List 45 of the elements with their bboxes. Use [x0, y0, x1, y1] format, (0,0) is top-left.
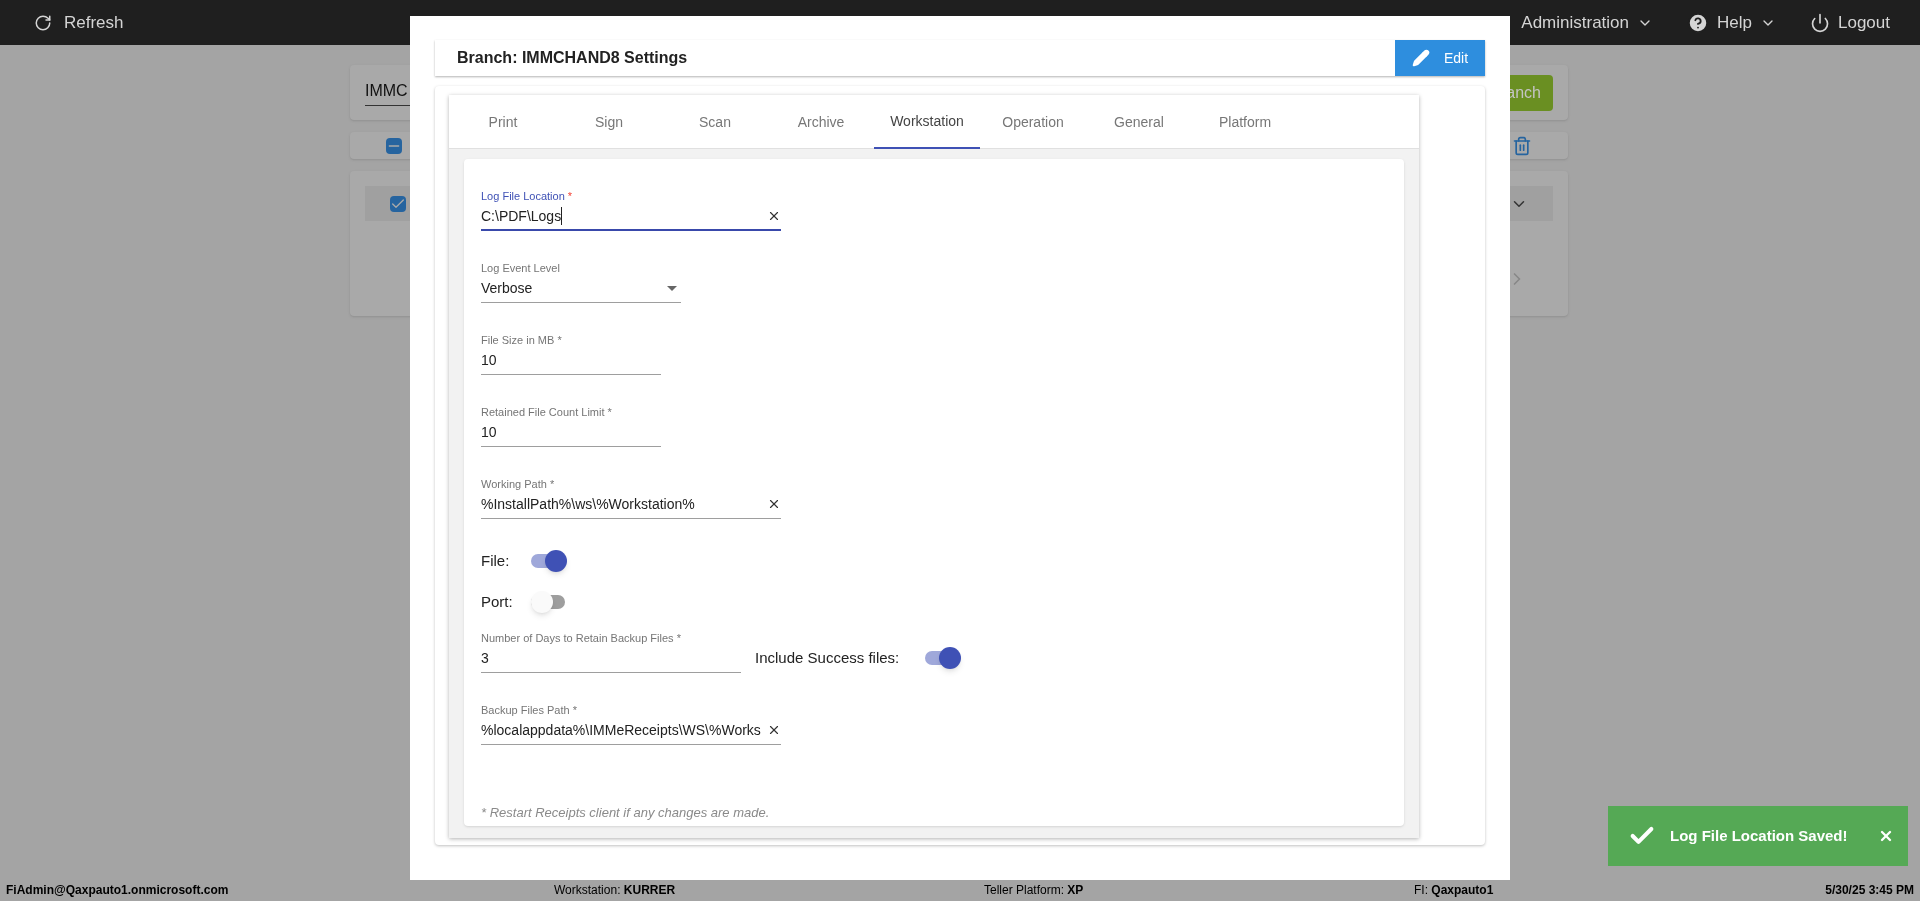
input-field[interactable]: Log File Location * C:\PDF\Logs	[481, 189, 781, 231]
pencil-icon	[1411, 49, 1430, 67]
input-field[interactable]: Retained File Count Limit * 10	[481, 405, 661, 447]
toast-message: Log File Location Saved!	[1670, 825, 1849, 846]
minus-checkbox-icon[interactable]	[386, 137, 402, 154]
settings-tab[interactable]: Sign	[556, 95, 662, 149]
status-datetime: 5/30/25 3:45 PM	[1825, 882, 1914, 899]
clear-icon[interactable]	[767, 497, 781, 511]
power-icon	[1810, 12, 1830, 33]
settings-tab[interactable]: Print	[450, 95, 556, 149]
menu-button[interactable]: Administration	[1521, 9, 1654, 36]
select-field[interactable]: Log Event Level Verbose	[481, 261, 681, 303]
toggle-label: Include Success files:	[755, 647, 900, 668]
refresh-button[interactable]: Refresh	[34, 9, 124, 36]
input-field[interactable]: Backup Files Path * %localappdata%\IMMeReceipts\WS\%Works	[481, 703, 781, 745]
toggle-label: File:	[481, 550, 511, 571]
toggle-switch[interactable]	[925, 646, 962, 669]
menu-button[interactable]: Help	[1687, 9, 1776, 36]
input-field[interactable]: File Size in MB * 10	[481, 333, 661, 375]
status-item: FI: Qaxpauto1	[1414, 882, 1495, 899]
status-item: Workstation: KURRER	[554, 882, 677, 899]
clear-icon[interactable]	[767, 209, 781, 223]
settings-tab[interactable]: Platform	[1192, 95, 1298, 149]
settings-tab[interactable]: Workstation	[874, 95, 980, 149]
dialog-title: Branch: IMMCHAND8 Settings	[457, 48, 688, 68]
input-field[interactable]: Working Path * %InstallPath%\ws\%Workstation%	[481, 477, 781, 519]
user-email: FiAdmin@Qaxpauto1.onmicrosoft.com	[6, 882, 230, 899]
menu-button[interactable]: Logout	[1810, 9, 1890, 36]
help-icon	[1687, 11, 1710, 34]
refresh-icon	[34, 13, 52, 32]
dropdown-caret-icon	[667, 285, 677, 291]
settings-tab[interactable]: Archive	[768, 95, 874, 149]
input-field[interactable]: Number of Days to Retain Backup Files * 3	[481, 631, 741, 673]
toggle-switch[interactable]	[531, 550, 567, 572]
toggle-switch[interactable]	[531, 591, 567, 613]
trash-icon[interactable]	[1512, 135, 1532, 156]
settings-tab[interactable]: Scan	[662, 95, 768, 149]
settings-tab[interactable]: General	[1086, 95, 1192, 149]
close-icon[interactable]	[1878, 828, 1894, 844]
toggle-label: Port:	[481, 591, 514, 612]
restart-note: * Restart Receipts client if any changes are made.	[481, 804, 771, 822]
status-item: Teller Platform: XP	[984, 882, 1085, 899]
clear-icon[interactable]	[767, 723, 781, 737]
settings-tab[interactable]: Operation	[980, 95, 1086, 149]
checkbox-icon[interactable]	[390, 195, 406, 212]
